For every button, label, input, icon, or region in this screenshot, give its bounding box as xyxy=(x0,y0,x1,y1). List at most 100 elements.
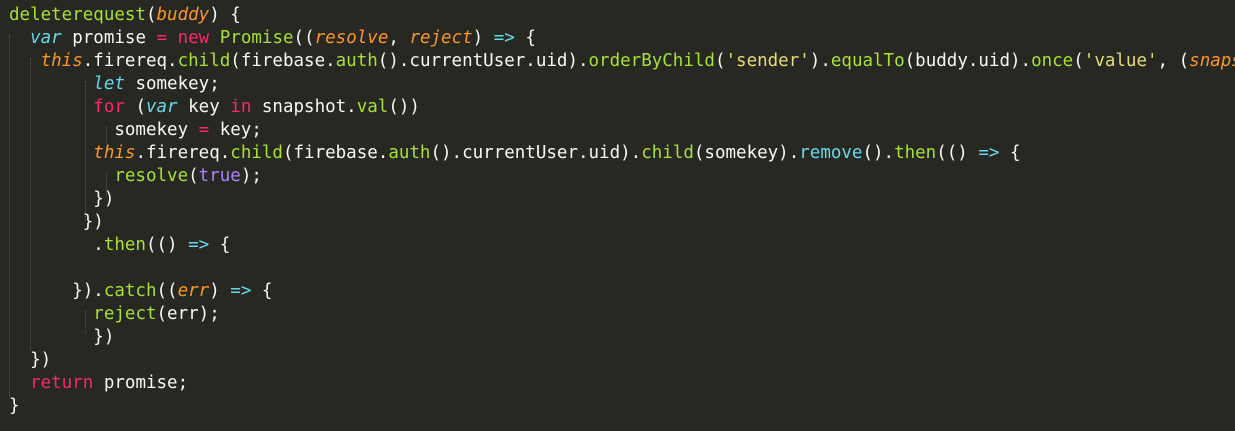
code-token: child xyxy=(641,143,694,163)
code-token: => xyxy=(188,235,210,255)
code-token: resolve xyxy=(114,166,189,186)
code-token: }) xyxy=(9,350,52,370)
code-token: Promise xyxy=(219,28,294,48)
code-token: ( xyxy=(1073,51,1084,71)
code-token: ( xyxy=(188,166,199,186)
code-line: return promise; xyxy=(9,372,188,395)
code-line: }) xyxy=(9,188,114,211)
code-line: } xyxy=(9,395,20,418)
code-token: { xyxy=(251,281,273,301)
code-token: .firereq. xyxy=(82,51,178,71)
code-token: ().currentUser.uid). xyxy=(377,51,589,71)
code-token: }) xyxy=(9,189,115,209)
code-token: 'sender' xyxy=(725,51,810,71)
code-token: (( xyxy=(293,28,315,48)
code-token: then xyxy=(894,143,937,163)
code-token: remove xyxy=(799,143,863,163)
code-token: { xyxy=(999,143,1021,163)
code-token: . xyxy=(9,235,104,255)
code-token: ) { xyxy=(209,5,241,25)
code-token: (firebase. xyxy=(230,51,336,71)
code-line: var promise = new Promise((resolve, reje… xyxy=(9,27,536,50)
code-token: true xyxy=(198,166,241,186)
code-token: = xyxy=(198,120,210,140)
code-editor[interactable]: deleterequest(buddy) { var promise = new… xyxy=(0,0,1235,431)
code-token: reject xyxy=(93,304,157,324)
code-token: this xyxy=(40,51,83,71)
code-line: deleterequest(buddy) { xyxy=(9,4,241,27)
code-token: var xyxy=(145,97,178,117)
code-token: promise; xyxy=(93,373,189,393)
code-line: }) xyxy=(9,211,104,234)
code-token: .firereq. xyxy=(135,143,231,163)
code-token: , xyxy=(388,28,410,48)
code-token: => xyxy=(493,28,515,48)
code-line: }) xyxy=(9,349,51,372)
code-token: snapshot xyxy=(1189,51,1235,71)
code-token: var xyxy=(30,28,62,48)
code-token: child xyxy=(230,143,283,163)
code-token: val xyxy=(356,97,389,117)
code-token: (( xyxy=(156,281,178,301)
code-token: return xyxy=(30,373,94,393)
code-token: reject xyxy=(409,28,473,48)
code-token: key; xyxy=(209,120,262,140)
code-token: (). xyxy=(862,143,895,163)
code-line: this.firereq.child(firebase.auth().curre… xyxy=(9,50,1235,73)
code-token: auth xyxy=(388,143,431,163)
code-token: resolve xyxy=(314,28,389,48)
code-token: somekey xyxy=(9,120,199,140)
code-token: in xyxy=(230,97,252,117)
code-line: }).catch((err) => { xyxy=(9,280,272,303)
code-line: .then(() => { xyxy=(9,234,230,257)
code-line: }) xyxy=(9,326,114,349)
code-line: resolve(true); xyxy=(9,165,262,188)
code-token: ( xyxy=(145,5,157,25)
code-token: (() xyxy=(936,143,979,163)
code-token: => xyxy=(230,281,252,301)
code-token: buddy xyxy=(156,5,210,25)
code-token: (err); xyxy=(156,304,220,324)
code-token: ()) xyxy=(388,97,420,117)
code-token: }) xyxy=(9,327,115,347)
code-token: ). xyxy=(809,51,831,71)
code-token: key xyxy=(177,97,231,117)
code-token: promise xyxy=(61,28,157,48)
code-token: ) xyxy=(472,28,494,48)
code-token: orderByChild xyxy=(588,51,715,71)
code-token: somekey; xyxy=(124,74,220,94)
code-token: snapshot. xyxy=(251,97,357,117)
code-token: ().currentUser.uid). xyxy=(430,143,642,163)
code-token: ) xyxy=(209,281,231,301)
code-line: reject(err); xyxy=(9,303,220,326)
code-line: let somekey; xyxy=(9,73,220,96)
code-token: err xyxy=(177,281,210,301)
code-token: ( xyxy=(124,97,146,117)
code-line: for (var key in snapshot.val()) xyxy=(9,96,420,119)
code-token: then xyxy=(103,235,146,255)
code-token: let xyxy=(93,74,125,94)
code-token: ( xyxy=(714,51,726,71)
code-token: catch xyxy=(103,281,157,301)
code-token: 'value' xyxy=(1083,51,1158,71)
code-token: , ( xyxy=(1157,51,1190,71)
code-token: = xyxy=(156,28,168,48)
code-token: for xyxy=(93,97,125,117)
code-token: { xyxy=(209,235,231,255)
code-token: new xyxy=(177,28,210,48)
code-token: child xyxy=(177,51,231,71)
code-token: (buddy.uid). xyxy=(904,51,1032,71)
code-token: }) xyxy=(9,212,104,232)
code-token: (firebase. xyxy=(282,143,389,163)
code-line: this.firereq.child(firebase.auth().curre… xyxy=(9,142,1021,165)
code-token: deleterequest xyxy=(9,5,146,25)
